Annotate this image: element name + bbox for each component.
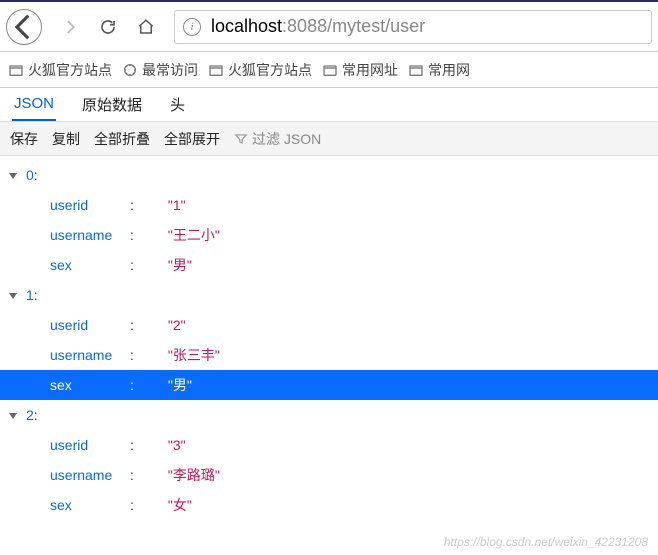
forward-button[interactable] bbox=[52, 9, 88, 45]
home-button[interactable] bbox=[128, 9, 164, 45]
twisty-icon[interactable] bbox=[8, 288, 22, 302]
tab-raw[interactable]: 原始数据 bbox=[80, 88, 144, 121]
bookmark-most-visited[interactable]: 最常访问 bbox=[122, 60, 198, 80]
collapse-all-button[interactable]: 全部折叠 bbox=[94, 129, 150, 149]
json-property-row[interactable]: sex:"男" bbox=[0, 250, 658, 280]
bookmark-item[interactable]: 常用网 bbox=[408, 60, 470, 80]
copy-button[interactable]: 复制 bbox=[52, 129, 80, 149]
twisty-icon[interactable] bbox=[8, 168, 22, 182]
json-property-row[interactable]: username:"王二小" bbox=[0, 220, 658, 250]
json-property-row[interactable]: sex:"女" bbox=[0, 490, 658, 520]
browser-toolbar: i localhost:8088/mytest/user bbox=[0, 0, 658, 52]
bookmark-item[interactable]: 火狐官方站点 bbox=[208, 60, 312, 80]
reload-button[interactable] bbox=[90, 9, 126, 45]
url-text: localhost:8088/mytest/user bbox=[211, 16, 425, 37]
save-button[interactable]: 保存 bbox=[10, 129, 38, 149]
json-tree: 0:userid:"1"username:"王二小"sex:"男"1:useri… bbox=[0, 156, 658, 530]
json-property-row[interactable]: userid:"3" bbox=[0, 430, 658, 460]
json-property-row[interactable]: username:"张三丰" bbox=[0, 340, 658, 370]
back-button[interactable] bbox=[6, 9, 42, 45]
json-index-row[interactable]: 2: bbox=[0, 400, 658, 430]
json-index-row[interactable]: 0: bbox=[0, 160, 658, 190]
bookmark-item[interactable]: 常用网址 bbox=[322, 60, 398, 80]
json-property-row[interactable]: userid:"1" bbox=[0, 190, 658, 220]
expand-all-button[interactable]: 全部展开 bbox=[164, 129, 220, 149]
watermark: https://blog.csdn.net/weixin_42231208 bbox=[444, 535, 648, 549]
json-property-row[interactable]: userid:"2" bbox=[0, 310, 658, 340]
viewer-tabs: JSON 原始数据 头 bbox=[0, 88, 658, 122]
tab-json[interactable]: JSON bbox=[12, 88, 56, 121]
filter-input[interactable]: 过滤 JSON bbox=[234, 129, 321, 149]
address-bar[interactable]: i localhost:8088/mytest/user bbox=[174, 10, 652, 44]
info-icon[interactable]: i bbox=[183, 18, 201, 36]
tab-headers[interactable]: 头 bbox=[168, 88, 187, 121]
json-index-row[interactable]: 1: bbox=[0, 280, 658, 310]
json-property-row[interactable]: username:"李路璐" bbox=[0, 460, 658, 490]
viewer-actions: 保存 复制 全部折叠 全部展开 过滤 JSON bbox=[0, 122, 658, 156]
bookmark-item[interactable]: 火狐官方站点 bbox=[8, 60, 112, 80]
bookmarks-bar: 火狐官方站点 最常访问 火狐官方站点 常用网址 常用网 bbox=[0, 52, 658, 88]
twisty-icon[interactable] bbox=[8, 408, 22, 422]
json-property-row[interactable]: sex:"男" bbox=[0, 370, 658, 400]
